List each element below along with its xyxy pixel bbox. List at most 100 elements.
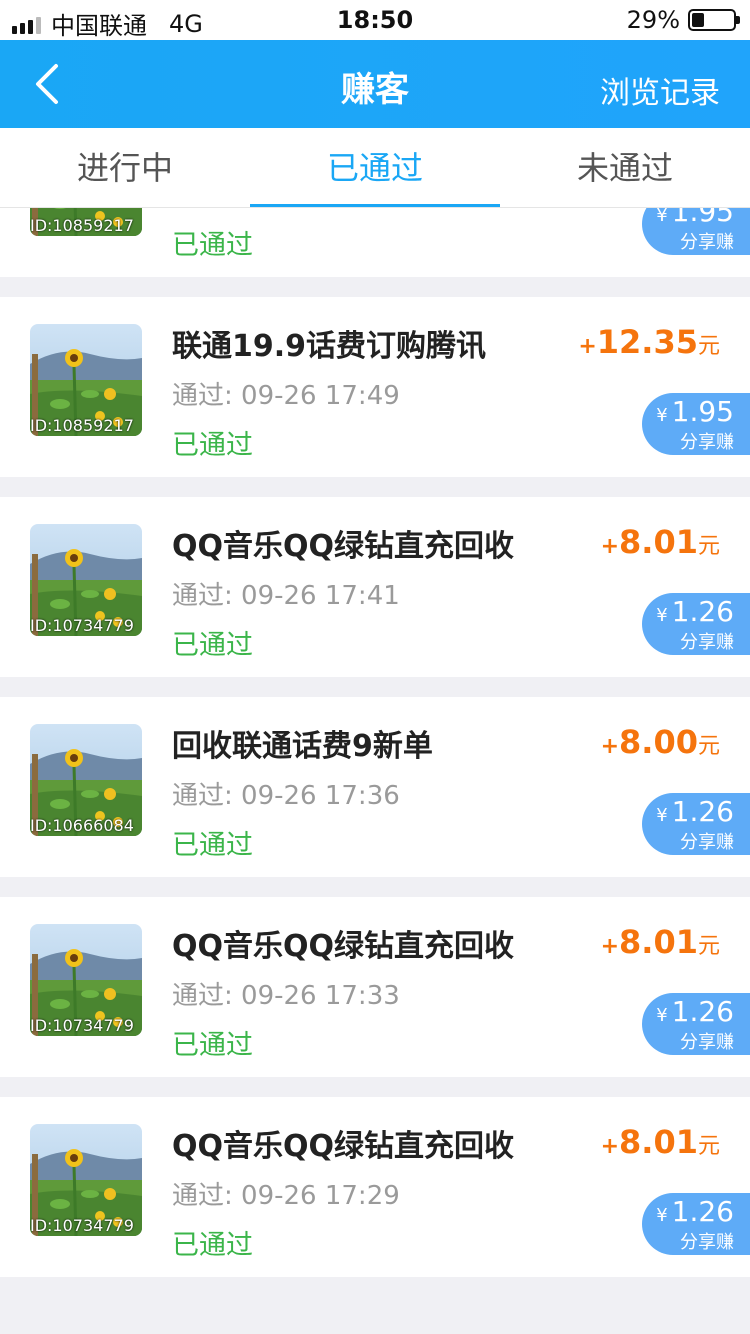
task-name: QQ音乐QQ绿钻直充回收 — [172, 1129, 515, 1164]
passed-time-label: 通过: — [172, 781, 233, 811]
task-id: ID:10859217 — [30, 416, 134, 435]
share-price: ¥1.26 — [642, 995, 734, 1033]
task-name: QQ音乐QQ绿钻直充回收 — [172, 929, 515, 964]
task-id: ID:10666084 — [30, 816, 134, 835]
passed-time-label: 通过: — [172, 981, 233, 1011]
task-id: ID:10859217 — [30, 216, 134, 235]
task-card[interactable]: ID:10734779 QQ音乐QQ绿钻直充回收 通过: 09-26 17:33… — [0, 897, 750, 1077]
share-price-value: 1.95 — [671, 208, 734, 228]
passed-time-value: 09-26 17:29 — [241, 1181, 400, 1211]
share-price-value: 1.26 — [671, 1195, 734, 1228]
share-earn-button[interactable]: ¥1.26 分享赚 — [642, 793, 750, 855]
passed-time-value: 09-26 17:33 — [241, 981, 400, 1011]
passed-time-value: 09-26 17:36 — [241, 781, 400, 811]
share-earn-button[interactable]: ¥1.95 分享赚 — [642, 208, 750, 255]
share-price: ¥1.26 — [642, 795, 734, 833]
task-id: ID:10734779 — [30, 1216, 134, 1235]
share-earn-label: 分享赚 — [680, 632, 734, 653]
status-badge: 已通过 — [172, 1230, 253, 1261]
share-price-value: 1.95 — [671, 395, 734, 428]
status-badge: 已通过 — [172, 630, 253, 661]
task-name: 回收联通话费9新单 — [172, 729, 433, 764]
status-right: 29% — [626, 6, 740, 34]
share-earn-label: 分享赚 — [680, 232, 734, 253]
passed-time: 通过: 09-26 17:36 — [172, 775, 400, 812]
share-earn-label: 分享赚 — [680, 1232, 734, 1253]
task-id: ID:10734779 — [30, 616, 134, 635]
share-earn-button[interactable]: ¥1.95 分享赚 — [642, 393, 750, 455]
reward-value: 8.01 — [619, 923, 698, 961]
tab-passed[interactable]: 已通过 — [250, 128, 500, 207]
share-price-value: 1.26 — [671, 995, 734, 1028]
yen-icon: ¥ — [656, 1205, 668, 1226]
status-bar: 中国联通 4G 18:50 29% — [0, 0, 750, 40]
share-earn-label: 分享赚 — [680, 832, 734, 853]
passed-time-value: 09-26 17:49 — [241, 381, 400, 411]
tab-bar: 进行中 已通过 未通过 — [0, 128, 750, 208]
reward-amount: +8.01元 — [601, 1123, 720, 1161]
tab-in-progress[interactable]: 进行中 — [0, 128, 250, 207]
task-thumbnail: ID:10734779 — [30, 524, 142, 636]
reward-unit: 元 — [697, 534, 720, 559]
reward-value: 12.35 — [596, 323, 698, 361]
share-price-value: 1.26 — [671, 795, 734, 828]
task-thumbnail: ID:10734779 — [30, 1124, 142, 1236]
task-card[interactable]: ID:10859217 联通19.9话费订购腾讯 通过: 09-26 17:49… — [0, 297, 750, 477]
share-earn-button[interactable]: ¥1.26 分享赚 — [642, 593, 750, 655]
status-badge: 已通过 — [172, 830, 253, 861]
task-thumbnail: ID:10859217 — [30, 324, 142, 436]
reward-unit: 元 — [697, 734, 720, 759]
reward-plus: + — [600, 734, 620, 759]
passed-time-label: 通过: — [172, 381, 233, 411]
task-thumbnail: ID:10734779 — [30, 924, 142, 1036]
share-earn-button[interactable]: ¥1.26 分享赚 — [642, 1193, 750, 1255]
task-thumbnail: ID:10666084 — [30, 724, 142, 836]
passed-time-label: 通过: — [172, 581, 233, 611]
reward-plus: + — [578, 334, 597, 359]
passed-time-value: 09-26 17:41 — [241, 581, 400, 611]
share-earn-label: 分享赚 — [680, 1032, 734, 1053]
passed-time-label: 通过: — [172, 1181, 233, 1211]
share-price-value: 1.26 — [671, 595, 734, 628]
reward-amount: +8.00元 — [601, 723, 720, 761]
passed-time: 通过: 09-26 17:29 — [172, 1175, 400, 1212]
battery-icon — [688, 9, 740, 31]
status-badge: 已通过 — [172, 430, 253, 461]
share-price: ¥1.26 — [642, 595, 734, 633]
passed-time: 通过: 09-26 17:53 — [172, 208, 400, 212]
reward-plus: + — [600, 534, 620, 559]
passed-time: 通过: 09-26 17:33 — [172, 975, 400, 1012]
passed-time-label: 通过: — [172, 208, 233, 211]
task-name: QQ音乐QQ绿钻直充回收 — [172, 529, 515, 564]
passed-time: 通过: 09-26 17:41 — [172, 575, 400, 612]
task-card[interactable]: ID:10734779 QQ音乐QQ绿钻直充回收 通过: 09-26 17:29… — [0, 1097, 750, 1277]
share-price: ¥1.95 — [642, 208, 734, 233]
reward-unit: 元 — [697, 334, 720, 359]
task-card[interactable]: ID:10859217 联通19.9话费订购腾讯 通过: 09-26 17:53… — [0, 208, 750, 277]
task-card[interactable]: ID:10734779 QQ音乐QQ绿钻直充回收 通过: 09-26 17:41… — [0, 497, 750, 677]
battery-percent: 29% — [626, 6, 680, 34]
passed-time-value: 09-26 17:53 — [241, 208, 400, 211]
yen-icon: ¥ — [656, 1005, 668, 1026]
reward-amount: +8.01元 — [601, 923, 720, 961]
tab-not-passed[interactable]: 未通过 — [500, 128, 750, 207]
yen-icon: ¥ — [656, 208, 668, 226]
share-earn-button[interactable]: ¥1.26 分享赚 — [642, 993, 750, 1055]
yen-icon: ¥ — [656, 405, 668, 426]
share-earn-label: 分享赚 — [680, 432, 734, 453]
share-price: ¥1.26 — [642, 1195, 734, 1233]
task-card[interactable]: ID:10666084 回收联通话费9新单 通过: 09-26 17:36 已通… — [0, 697, 750, 877]
browse-history-link[interactable]: 浏览记录 — [600, 68, 720, 112]
battery-fill — [692, 13, 704, 27]
task-list[interactable]: ID:10859217 联通19.9话费订购腾讯 通过: 09-26 17:53… — [0, 208, 750, 1334]
status-badge: 已通过 — [172, 230, 253, 261]
reward-value: 8.01 — [619, 1123, 698, 1161]
reward-plus: + — [600, 934, 620, 959]
reward-plus: + — [600, 1134, 620, 1159]
task-name: 联通19.9话费订购腾讯 — [172, 329, 487, 364]
reward-unit: 元 — [697, 934, 720, 959]
reward-value: 8.00 — [619, 723, 698, 761]
passed-time: 通过: 09-26 17:49 — [172, 375, 400, 412]
task-thumbnail: ID:10859217 — [30, 208, 142, 236]
reward-amount: +12.35元 — [578, 323, 720, 361]
